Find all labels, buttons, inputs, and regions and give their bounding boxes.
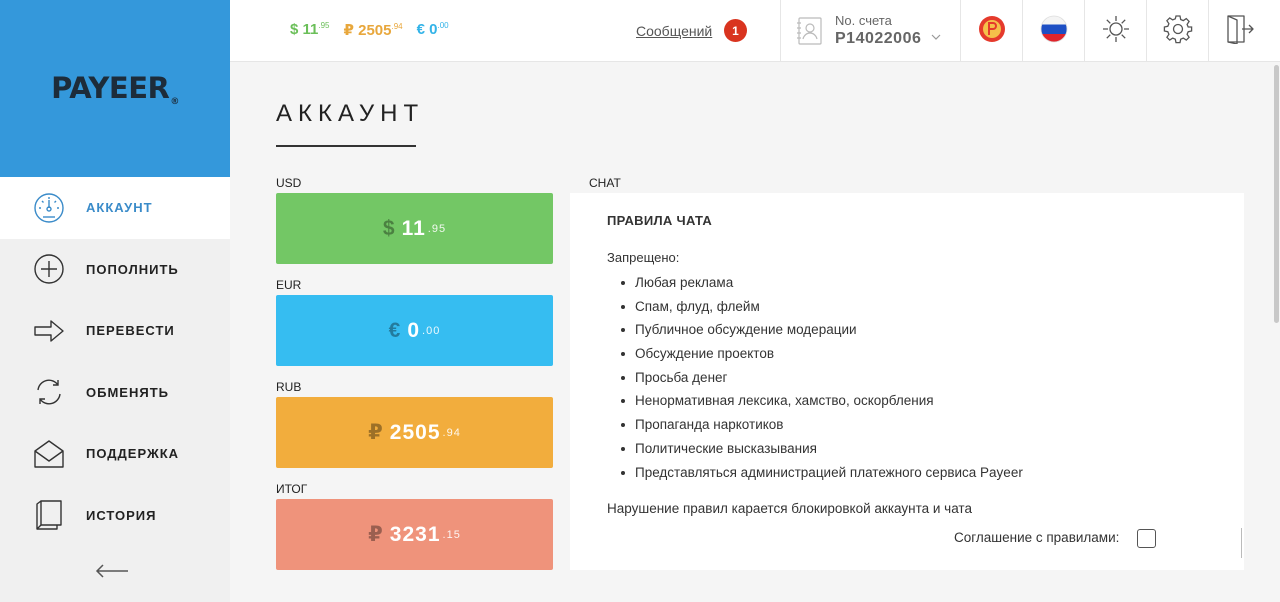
arrow-left-icon [95, 564, 128, 578]
rule-item: Пропаганда наркотиков [621, 413, 1023, 437]
sidebar: PAYEER® АККАУНТ ПОПОЛНИТЬ ПЕРЕВЕСТИ ОБМЕ… [0, 0, 230, 602]
title-underline [276, 145, 416, 147]
account-number: P14022006 [835, 30, 922, 47]
account-label: No. счета [835, 13, 892, 28]
payeer-logo[interactable]: PAYEER® [51, 71, 179, 107]
nav-label: ОБМЕНЯТЬ [86, 384, 169, 400]
nav-item-account[interactable]: АККАУНТ [0, 177, 230, 239]
collapse-sidebar-button[interactable] [95, 560, 129, 582]
chat-rules-title: ПРАВИЛА ЧАТА [607, 213, 713, 228]
topbar-balances: $ 11.95 ₽ 2505.94 € 0.00 [290, 21, 449, 39]
plus-circle-icon [32, 252, 66, 286]
forbidden-heading: Запрещено: [607, 250, 680, 265]
agreement-checkbox[interactable] [1137, 529, 1156, 548]
chat-panel: ПРАВИЛА ЧАТА Запрещено: Любая реклама Сп… [570, 193, 1244, 570]
nav-label: ИСТОРИЯ [86, 507, 157, 523]
messages-link[interactable]: Сообщений [636, 23, 712, 39]
rule-item: Любая реклама [621, 271, 1023, 295]
nav-item-history[interactable]: ИСТОРИЯ [0, 485, 230, 547]
chat-label: CHAT [589, 176, 621, 190]
balance-eur: € 0.00 [416, 21, 449, 38]
logout-button[interactable] [1208, 0, 1270, 62]
nav-label: АККАУНТ [86, 200, 153, 216]
nav-item-support[interactable]: ПОДДЕРЖКА [0, 423, 230, 485]
balance-usd: $ 11.95 [290, 21, 330, 38]
wallet-label-usd: USD [276, 176, 302, 190]
language-button[interactable] [1022, 0, 1084, 62]
logout-icon [1225, 14, 1255, 49]
rule-item: Политические высказывания [621, 437, 1023, 461]
nav-item-transfer[interactable]: ПЕРЕВЕСТИ [0, 300, 230, 362]
envelope-icon [32, 437, 66, 471]
chat-scrollbar[interactable] [1241, 528, 1242, 558]
messages-count-badge[interactable]: 1 [724, 19, 747, 42]
payeer-token-button[interactable] [960, 0, 1022, 62]
logo-area: PAYEER® [0, 0, 230, 177]
page-scrollbar[interactable] [1274, 65, 1279, 323]
speedometer-icon [32, 191, 66, 225]
agreement-label: Соглашение с правилами: [954, 530, 1120, 545]
wallet-label-eur: EUR [276, 278, 302, 292]
rule-item: Ненормативная лексика, хамство, оскорбле… [621, 389, 1023, 413]
account-selector[interactable]: No. счета P14022006 [780, 0, 960, 62]
settings-button[interactable] [1146, 0, 1208, 62]
topbar: $ 11.95 ₽ 2505.94 € 0.00 Сообщений 1 No.… [230, 0, 1280, 62]
wallet-label-total: ИТОГ [276, 482, 308, 496]
rules-list: Любая реклама Спам, флуд, флейм Публично… [621, 271, 1023, 485]
gear-icon [1163, 14, 1193, 49]
nav-label: ПОДДЕРЖКА [86, 446, 180, 462]
user-card-icon [796, 17, 822, 50]
wallet-card-rub[interactable]: ₽2505.94 [276, 397, 553, 468]
nav-item-deposit[interactable]: ПОПОЛНИТЬ [0, 239, 230, 301]
payeer-token-icon [978, 15, 1006, 48]
sun-icon [1101, 14, 1131, 49]
nav-label: ПЕРЕВЕСТИ [86, 323, 175, 339]
rule-item: Представляться администрацией платежного… [621, 461, 1023, 485]
wallet-card-eur[interactable]: €0.00 [276, 295, 553, 366]
chevron-down-icon [931, 27, 941, 45]
exchange-icon [32, 375, 66, 409]
violation-notice: Нарушение правил карается блокировкой ак… [607, 501, 972, 516]
book-icon [32, 498, 66, 532]
rule-item: Публичное обсуждение модерации [621, 318, 1023, 342]
theme-toggle-button[interactable] [1084, 0, 1146, 62]
rule-item: Спам, флуд, флейм [621, 295, 1023, 319]
wallet-card-usd[interactable]: $11.95 [276, 193, 553, 264]
nav-item-exchange[interactable]: ОБМЕНЯТЬ [0, 362, 230, 424]
nav-label: ПОПОЛНИТЬ [86, 261, 179, 277]
page-title: АККАУНТ [276, 100, 425, 127]
wallet-card-total[interactable]: ₽3231.15 [276, 499, 553, 570]
wallet-label-rub: RUB [276, 380, 302, 394]
rule-item: Просьба денег [621, 366, 1023, 390]
arrow-right-icon [32, 314, 66, 348]
russia-flag-icon [1040, 15, 1068, 48]
balance-rub: ₽ 2505.94 [343, 22, 403, 39]
rule-item: Обсуждение проектов [621, 342, 1023, 366]
